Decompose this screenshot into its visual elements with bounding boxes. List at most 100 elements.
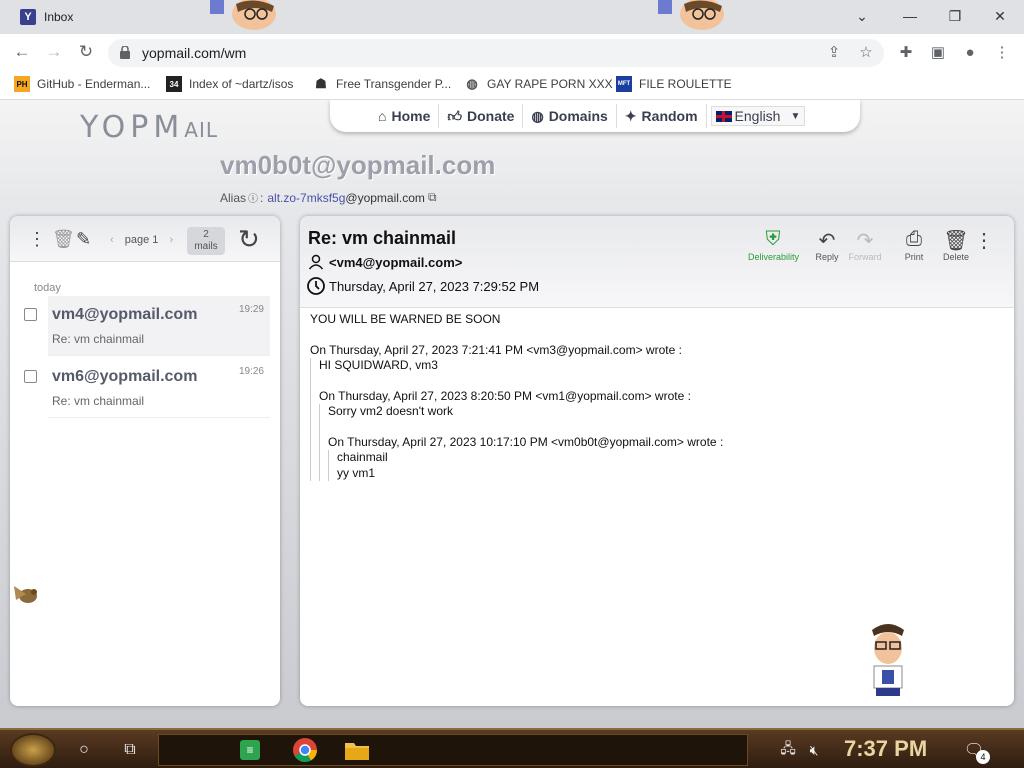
prev-page-icon[interactable]: ‹ [110,234,114,246]
message-subject: Re: vm chainmail [308,228,457,248]
bookmark-star-icon[interactable]: ☆ [856,42,876,62]
chrome-icon[interactable] [292,737,318,763]
deliverability-button[interactable]: ⛨ Deliverability [748,228,799,262]
notes-app-icon[interactable]: ≡ [240,740,260,760]
yopmail-page: YOPMAIL ⌂ Home 👍︎ Donate ◍ Domains ✦ Ran… [0,100,1024,728]
quote-level-2: Sorry vm2 doesn't work On Thursday, Apri… [319,404,723,481]
message-date: Thursday, April 27, 2023 7:29:52 PM [329,278,540,294]
reload-button[interactable]: ↻ [74,40,98,64]
next-page-icon[interactable]: › [169,234,173,246]
copy-icon[interactable]: ⧉ [428,190,437,205]
chevron-down-icon: ▼ [790,110,801,122]
browser-toolbar: ← → ↻ yopmail.com/wm ⇪ ☆ ✚ ▣ ● ⋮ [0,34,1024,70]
back-button[interactable]: ← [10,40,34,64]
mail-time: 19:29 [238,304,264,315]
yopmail-logo[interactable]: YOPMAIL [80,110,218,145]
bookmark-item[interactable]: ◍ GAY RAPE PORN XXX [464,76,612,92]
info-icon[interactable]: ⓘ [248,190,258,205]
taskbar-clock[interactable]: 7:37 PM [844,736,927,762]
mail-list-item[interactable]: vm6@yopmail.com Re: vm chainmail 19:26 [48,358,270,418]
message-panel: Re: vm chainmail <vm4@yopmail.com> Thurs… [300,216,1014,706]
refresh-icon[interactable]: ↻ [238,224,260,255]
isos-favicon-icon: 34 [166,76,182,92]
share-icon[interactable]: ⇪ [824,42,844,62]
task-view-icon[interactable]: ⧉ [118,738,142,762]
pager: ‹ page 1 › [110,234,174,246]
mail-from: vm4@yopmail.com [52,306,198,323]
alias-label: Alias [220,190,247,205]
thumbs-up-icon: 👍︎ [447,107,463,124]
inbox-address: vm0b0t@yopmail.com [220,150,496,180]
bookmark-item[interactable]: PH GitHub - Enderman... [14,76,150,92]
profile-avatar-icon[interactable]: ● [960,42,980,62]
quote-level-3: chainmail yy vm1 [328,450,723,481]
kebab-menu-icon[interactable]: ⋮ [28,229,46,250]
mask-icon: ☗ [315,76,327,91]
cartoon-face-icon [658,0,724,30]
message-header: Re: vm chainmail <vm4@yopmail.com> Thurs… [300,216,1014,308]
menu-random[interactable]: ✦ Random [617,104,707,128]
mail-list-item[interactable]: vm4@yopmail.com Re: vm chainmail 19:29 [48,296,270,356]
menu-donate[interactable]: 👍︎ Donate [439,104,524,128]
browser-titlebar: Y Inbox ⌄ — ❐ ✕ [0,0,1024,34]
network-icon[interactable]: 🖧︎ [776,738,800,762]
minimize-button[interactable]: — [898,4,922,28]
forward-mail-button[interactable]: ↷ Forward [840,228,890,262]
notification-count-badge: 4 [976,750,990,764]
bookmark-item[interactable]: 34 Index of ~dartz/isos [166,76,293,92]
address-bar[interactable]: yopmail.com/wm [108,39,884,67]
start-button[interactable] [10,733,56,767]
quote-level-1: HI SQUIDWARD, vm3 On Thursday, April 27,… [310,358,723,481]
wand-icon: ✦ [624,107,637,124]
bookmark-item[interactable]: ☗ Free Transgender P... [313,76,451,92]
message-sender: <vm4@yopmail.com> [329,254,463,270]
bookmark-label: Index of ~dartz/isos [189,77,294,91]
restore-button[interactable]: ❐ [943,4,967,28]
site-menu: ⌂ Home 👍︎ Donate ◍ Domains ✦ Random Engl… [330,100,860,132]
mail-checkbox[interactable] [24,308,37,321]
tab-search-chevron-icon[interactable]: ⌄ [850,4,874,28]
cartoon-face-icon [210,0,276,30]
bookmark-label: FILE ROULETTE [639,77,732,91]
taskbar: ○ ⧉ ≡ 🖧︎ 🔇︎ 7:37 PM 🗨︎ 4 [0,728,1024,768]
bookmark-item[interactable]: MFT FILE ROULETTE [616,76,732,92]
message-body: YOU WILL BE WARNED BE SOON On Thursday, … [310,312,724,481]
date-group-label: today [34,282,61,294]
mail-subject: Re: vm chainmail [52,394,145,408]
alias-value[interactable]: alt.zo-7mksf5g [267,191,345,205]
cartoon-character-icon [872,624,904,696]
compose-pencil-icon[interactable]: ✎ [76,229,91,250]
bookmark-label: Free Transgender P... [336,77,452,91]
side-panel-icon[interactable]: ▣ [928,42,948,62]
url-text: yopmail.com/wm [142,45,247,61]
language-select[interactable]: English ▼ [710,106,806,126]
bird-cursor-icon [14,586,37,603]
mail-checkbox[interactable] [24,370,37,383]
bookmarks-bar: PH GitHub - Enderman... 34 Index of ~dar… [0,70,1024,100]
user-icon [308,254,324,270]
close-window-button[interactable]: ✕ [988,4,1012,28]
forward-icon: ↷ [856,230,874,252]
forward-button[interactable]: → [42,40,66,64]
file-explorer-icon[interactable] [344,738,370,762]
trash-icon[interactable]: 🗑︎ [52,229,75,250]
bookmark-label: GitHub - Enderman... [37,77,151,91]
mail-count-badge: 2 mails [187,227,225,255]
volume-muted-icon[interactable]: 🔇︎ [802,738,826,762]
mft-favicon-icon: MFT [616,76,632,92]
message-sender-row: <vm4@yopmail.com> [308,254,462,270]
tab-title: Inbox [44,10,74,24]
alias-row: Alias ⓘ : alt.zo-7mksf5g @yopmail.com ⧉ [220,190,437,205]
mail-from: vm6@yopmail.com [52,368,198,385]
menu-home[interactable]: ⌂ Home [370,104,440,128]
extensions-puzzle-icon[interactable]: ✚ [896,42,916,62]
browser-tab[interactable]: Y Inbox [8,0,204,34]
chrome-menu-icon[interactable]: ⋮ [992,42,1012,62]
menu-domains[interactable]: ◍ Domains [523,104,617,128]
more-actions-button[interactable]: ⋮ [970,228,998,252]
kebab-menu-icon: ⋮ [974,230,994,252]
message-date-row: Thursday, April 27, 2023 7:29:52 PM [306,276,539,296]
search-circle-icon[interactable]: ○ [72,738,96,762]
lock-icon [120,46,130,59]
yopmail-favicon-icon: Y [20,9,36,25]
